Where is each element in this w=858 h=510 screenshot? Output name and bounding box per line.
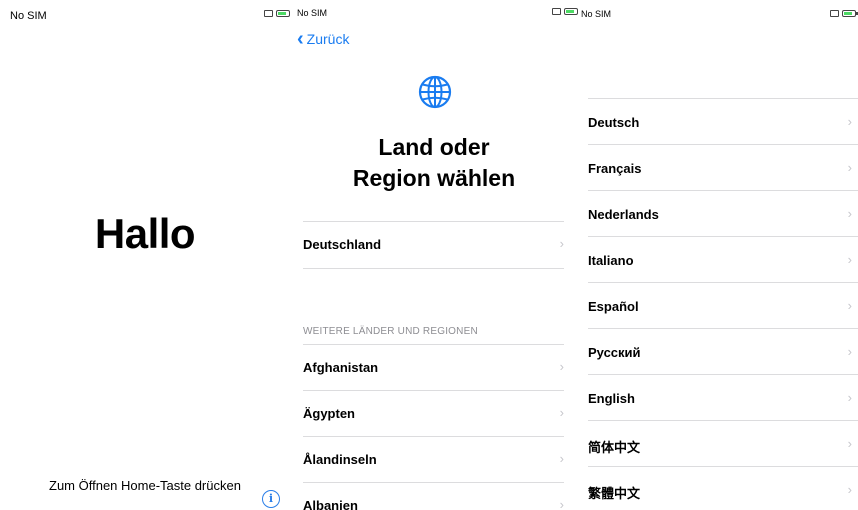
chevron-right-icon: › [847, 206, 852, 221]
list-item-suggested-region[interactable]: Deutschland › [303, 222, 564, 268]
hello-screen: No SIM Hallo Zum Öffnen Home-Taste drück… [0, 0, 290, 510]
row-label: Ägypten [303, 406, 355, 421]
row-label: Deutschland [303, 237, 382, 252]
status-icons [264, 10, 290, 17]
language-screen: No SIM Deutsch › Français › Nederlands ›… [578, 0, 858, 510]
status-icons [552, 8, 578, 15]
chevron-right-icon: › [559, 497, 564, 510]
screen-mirroring-icon [264, 10, 273, 17]
chevron-right-icon: › [847, 160, 852, 175]
list-item-language[interactable]: Italiano › [588, 237, 852, 283]
home-button-hint: Zum Öffnen Home-Taste drücken [49, 478, 241, 493]
row-label: English [588, 391, 635, 406]
screen-mirroring-icon [552, 8, 561, 15]
list-item-language[interactable]: English › [588, 375, 852, 421]
status-bar: No SIM [578, 0, 858, 22]
list-item-language[interactable]: Español › [588, 283, 852, 329]
chevron-right-icon: › [847, 298, 852, 313]
chevron-left-icon: ‹ [297, 28, 304, 50]
page-title-line2: Region wählen [352, 165, 516, 191]
row-label: Italiano [588, 253, 634, 268]
chevron-right-icon: › [847, 436, 852, 451]
status-bar: No SIM [0, 0, 290, 22]
region-screen: No SIM ‹ Zurück Land oder Region wählen … [290, 0, 578, 510]
chevron-right-icon: › [847, 390, 852, 405]
row-label: Nederlands [588, 207, 659, 222]
chevron-right-icon: › [559, 236, 564, 251]
row-label: 繁體中文 [588, 486, 641, 501]
section-header: WEITERE LÄNDER UND REGIONEN [303, 326, 478, 337]
back-button[interactable]: ‹ Zurück [297, 28, 350, 50]
row-label: 简体中文 [588, 440, 641, 455]
battery-charging-icon [276, 10, 290, 17]
chevron-right-icon: › [847, 114, 852, 129]
chevron-right-icon: › [847, 344, 852, 359]
row-label: Ålandinseln [303, 452, 377, 467]
chevron-right-icon: › [847, 482, 852, 497]
list-item-language[interactable]: Русский › [588, 329, 852, 375]
list-item-country[interactable]: Afghanistan › [303, 345, 564, 391]
status-bar: No SIM [290, 0, 578, 22]
greeting-title: Hallo [94, 210, 196, 257]
carrier-label: No SIM [581, 9, 612, 19]
chevron-right-icon: › [559, 451, 564, 466]
back-label: Zurück [306, 31, 350, 47]
list-item-language[interactable]: Deutsch › [588, 99, 852, 145]
page-title-line1: Land oder [378, 134, 490, 160]
chevron-right-icon: › [559, 359, 564, 374]
screen-mirroring-icon [830, 10, 839, 17]
row-label: Français [588, 161, 642, 176]
list-item-country[interactable]: Ägypten › [303, 391, 564, 437]
row-label: Español [588, 299, 639, 314]
list-item-language[interactable]: 简体中文 › [588, 421, 852, 467]
list-item-language[interactable]: Français › [588, 145, 852, 191]
chevron-right-icon: › [559, 405, 564, 420]
battery-charging-icon [842, 10, 858, 17]
battery-charging-icon [564, 8, 578, 15]
row-label: Deutsch [588, 115, 640, 130]
page-title: Land oder Region wählen [290, 132, 578, 194]
list-item-language[interactable]: Nederlands › [588, 191, 852, 237]
carrier-label: No SIM [10, 10, 47, 22]
status-icons [830, 10, 858, 17]
row-label: Русский [588, 345, 641, 360]
info-icon[interactable]: i [262, 490, 280, 508]
list-item-country[interactable]: Albanien › [303, 483, 564, 510]
list-item-country[interactable]: Ålandinseln › [303, 437, 564, 483]
separator [303, 268, 564, 269]
list-item-language[interactable]: 繁體中文 › [588, 467, 852, 510]
row-label: Albanien [303, 498, 358, 510]
carrier-label: No SIM [297, 8, 328, 18]
globe-icon [418, 75, 452, 109]
row-label: Afghanistan [303, 360, 379, 375]
chevron-right-icon: › [847, 252, 852, 267]
